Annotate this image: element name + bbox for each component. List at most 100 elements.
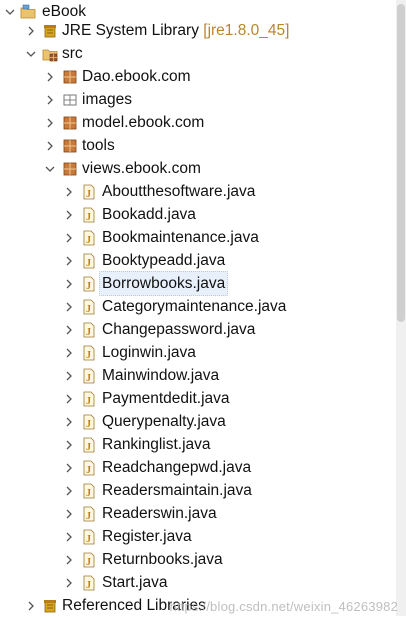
source-folder-icon	[42, 46, 58, 62]
library-jar-icon	[42, 23, 58, 39]
expand-arrow-icon[interactable]	[63, 553, 75, 567]
svg-text:J: J	[86, 258, 91, 269]
java-file-label: Aboutthesoftware.java	[102, 183, 256, 200]
expand-arrow-icon[interactable]	[25, 24, 37, 38]
svg-text:J: J	[86, 534, 91, 545]
java-file-label: Paymentdedit.java	[102, 390, 230, 407]
java-file-label: Readchangepwd.java	[102, 459, 252, 476]
svg-text:J: J	[86, 350, 91, 361]
expand-arrow-icon[interactable]	[44, 116, 56, 130]
java-file-label: Bookmaintenance.java	[102, 229, 259, 246]
java-file-label: Changepassword.java	[102, 321, 256, 338]
watermark-text: https://blog.csdn.net/weixin_46263982	[169, 599, 398, 614]
svg-text:J: J	[86, 373, 91, 384]
expand-arrow-icon[interactable]	[44, 93, 56, 107]
expand-arrow-icon[interactable]	[63, 369, 75, 383]
java-file-icon: J	[81, 184, 97, 200]
expand-arrow-icon[interactable]	[63, 208, 75, 222]
expand-arrow-icon[interactable]	[63, 438, 75, 452]
src-label: src	[62, 45, 83, 62]
svg-text:J: J	[86, 511, 91, 522]
svg-text:J: J	[86, 212, 91, 223]
expand-arrow-icon[interactable]	[63, 484, 75, 498]
java-file-label: Borrowbooks.java	[99, 271, 229, 296]
java-file-icon: J	[81, 345, 97, 361]
svg-text:J: J	[86, 304, 91, 315]
expand-arrow-icon[interactable]	[63, 185, 75, 199]
java-file-icon: J	[81, 299, 97, 315]
java-file-icon: J	[81, 253, 97, 269]
java-file-label: Rankinglist.java	[102, 436, 211, 453]
package-icon	[62, 115, 78, 131]
package-label: tools	[82, 137, 115, 154]
java-file-label: Bookadd.java	[102, 206, 196, 223]
java-file-label: Mainwindow.java	[102, 367, 220, 384]
project-folder-icon	[20, 4, 36, 20]
vertical-scrollbar[interactable]	[396, 0, 406, 616]
svg-text:J: J	[86, 419, 91, 430]
java-file-label: Readerswin.java	[102, 505, 217, 522]
svg-text:J: J	[86, 488, 91, 499]
expand-arrow-icon[interactable]	[63, 392, 75, 406]
java-file-icon: J	[81, 368, 97, 384]
expand-arrow-icon[interactable]	[63, 415, 75, 429]
svg-text:J: J	[86, 557, 91, 568]
svg-text:J: J	[86, 189, 91, 200]
jre-version-decoration: [jre1.8.0_45]	[203, 22, 290, 39]
package-label: model.ebook.com	[82, 114, 205, 131]
java-file-icon: J	[81, 276, 97, 292]
java-file-icon: J	[81, 230, 97, 246]
empty-package-icon	[62, 92, 78, 108]
svg-text:J: J	[86, 580, 91, 591]
expand-arrow-icon[interactable]	[25, 599, 37, 613]
expand-arrow-icon[interactable]	[63, 461, 75, 475]
expand-arrow-icon[interactable]	[63, 530, 75, 544]
jre-label: JRE System Library	[62, 22, 199, 39]
expand-arrow-icon[interactable]	[63, 576, 75, 590]
expand-arrow-icon[interactable]	[63, 346, 75, 360]
svg-text:J: J	[86, 396, 91, 407]
expand-arrow-icon[interactable]	[63, 507, 75, 521]
expand-arrow-icon[interactable]	[63, 323, 75, 337]
svg-text:J: J	[86, 465, 91, 476]
collapse-arrow-icon[interactable]	[25, 47, 37, 61]
expand-arrow-icon[interactable]	[63, 300, 75, 314]
expand-arrow-icon[interactable]	[63, 231, 75, 245]
expand-arrow-icon[interactable]	[44, 139, 56, 153]
collapse-arrow-icon[interactable]	[4, 5, 16, 19]
scrollbar-thumb[interactable]	[397, 4, 405, 322]
java-file-label: Returnbooks.java	[102, 551, 223, 568]
svg-text:J: J	[86, 442, 91, 453]
java-file-label: Loginwin.java	[102, 344, 196, 361]
java-file-label: Register.java	[102, 528, 192, 545]
package-icon	[62, 138, 78, 154]
expand-arrow-icon[interactable]	[63, 277, 75, 291]
java-file-label: Booktypeadd.java	[102, 252, 226, 269]
java-file-icon: J	[81, 322, 97, 338]
package-icon	[62, 161, 78, 177]
java-file-icon: J	[81, 460, 97, 476]
package-label: Dao.ebook.com	[82, 68, 191, 85]
library-jar-icon	[42, 598, 58, 614]
java-file-icon: J	[81, 483, 97, 499]
svg-text:J: J	[86, 281, 91, 292]
java-file-icon: J	[81, 552, 97, 568]
svg-text:J: J	[86, 235, 91, 246]
expand-arrow-icon[interactable]	[63, 254, 75, 268]
java-file-icon: J	[81, 506, 97, 522]
svg-text:J: J	[86, 327, 91, 338]
collapse-arrow-icon[interactable]	[44, 162, 56, 176]
java-file-icon: J	[81, 391, 97, 407]
java-file-label: Querypenalty.java	[102, 413, 226, 430]
java-file-icon: J	[81, 529, 97, 545]
java-file-icon: J	[81, 575, 97, 591]
java-file-icon: J	[81, 207, 97, 223]
package-label: views.ebook.com	[82, 160, 201, 177]
package-label: images	[82, 91, 132, 108]
java-file-icon: J	[81, 437, 97, 453]
java-file-icon: J	[81, 414, 97, 430]
expand-arrow-icon[interactable]	[44, 70, 56, 84]
java-file-label: Readersmaintain.java	[102, 482, 252, 499]
jre-label-group: JRE System Library [jre1.8.0_45]	[62, 19, 289, 42]
package-icon	[62, 69, 78, 85]
